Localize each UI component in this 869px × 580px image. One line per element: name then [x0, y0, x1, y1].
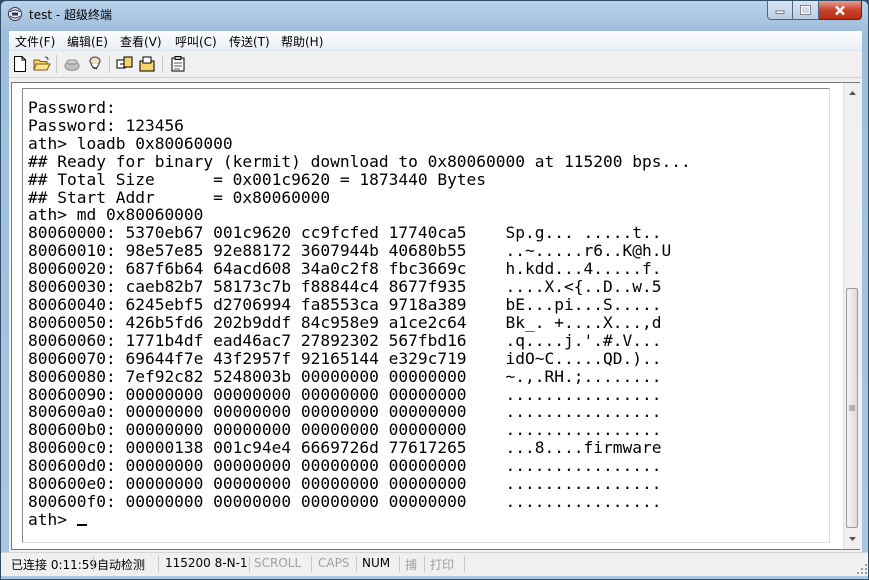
- minimize-button[interactable]: [767, 1, 793, 20]
- title-bar[interactable]: test - 超级终端: [1, 1, 868, 29]
- hyperterminal-icon: [8, 7, 22, 21]
- window-title: test - 超级终端: [29, 8, 113, 22]
- call-button[interactable]: [63, 55, 81, 73]
- terminal-lines: Password: Password: 123456 ath> loadb 0x…: [28, 98, 691, 529]
- status-print: 打印: [430, 558, 455, 572]
- toolbar-separator: [56, 55, 57, 73]
- terminal-output[interactable]: Password: Password: 123456 ath> loadb 0x…: [28, 99, 691, 529]
- status-connection: 已连接 0:11:59: [11, 558, 98, 572]
- send-button[interactable]: [116, 55, 134, 73]
- hyperterminal-window: test - 超级终端 文件(F) 编辑(E) 查看(V) 呼叫(C) 传送(T…: [0, 0, 869, 580]
- caption-buttons: [767, 1, 862, 21]
- send-file-icon: [116, 56, 133, 69]
- terminal-screen[interactable]: Password: Password: 123456 ath> loadb 0x…: [22, 88, 830, 543]
- new-file-icon: [14, 56, 26, 72]
- status-num: NUM: [362, 556, 391, 570]
- status-separator: [356, 556, 357, 572]
- status-scroll: SCROLL: [254, 556, 302, 570]
- properties-icon: [171, 56, 185, 72]
- status-settings: 115200 8-N-1: [165, 556, 248, 570]
- status-separator: [249, 556, 250, 572]
- scroll-thumb[interactable]: [846, 288, 858, 528]
- new-button[interactable]: [11, 55, 29, 73]
- maximize-button[interactable]: [793, 1, 819, 20]
- status-capture: 捕: [405, 558, 418, 572]
- status-separator: [158, 556, 159, 572]
- client-area: 文件(F) 编辑(E) 查看(V) 呼叫(C) 传送(T) 帮助(H) Pass…: [1, 31, 868, 576]
- close-button[interactable]: [819, 1, 862, 20]
- status-separator: [464, 556, 465, 572]
- status-caps: CAPS: [318, 556, 350, 570]
- receive-button[interactable]: [139, 55, 157, 73]
- menu-help[interactable]: 帮助(H): [281, 33, 323, 50]
- open-folder-icon: [33, 56, 51, 71]
- status-separator: [424, 556, 425, 572]
- maximize-icon: [800, 5, 811, 15]
- close-icon: [835, 5, 845, 15]
- open-button[interactable]: [33, 55, 51, 73]
- disconnect-icon: [89, 56, 101, 70]
- text-cursor: [76, 523, 87, 526]
- grip-lines-icon: [849, 405, 855, 411]
- scroll-up-button[interactable]: [844, 84, 861, 101]
- resize-grip-icon[interactable]: [856, 563, 868, 575]
- terminal-frame: Password: Password: 123456 ath> loadb 0x…: [11, 82, 861, 550]
- status-separator: [399, 556, 400, 572]
- vertical-scrollbar[interactable]: [843, 83, 861, 549]
- arrow-up-icon: [849, 90, 856, 95]
- status-separator: [311, 556, 312, 572]
- menu-call[interactable]: 呼叫(C): [175, 33, 217, 50]
- properties-button[interactable]: [170, 55, 188, 73]
- scroll-down-button[interactable]: [844, 530, 861, 547]
- toolbar: [9, 51, 862, 78]
- menu-bar: 文件(F) 编辑(E) 查看(V) 呼叫(C) 传送(T) 帮助(H): [9, 31, 862, 51]
- toolbar-separator: [162, 55, 163, 73]
- toolbar-separator: [109, 55, 110, 73]
- menu-file[interactable]: 文件(F): [15, 33, 55, 50]
- receive-file-icon: [139, 56, 155, 72]
- connect-phone-icon: [64, 59, 80, 71]
- minimize-icon: [775, 10, 785, 14]
- status-detect: 自动检测: [97, 558, 146, 572]
- disconnect-button[interactable]: [86, 55, 104, 73]
- arrow-down-icon: [849, 536, 856, 541]
- status-separator: [93, 556, 94, 572]
- menu-edit[interactable]: 编辑(E): [67, 33, 108, 50]
- menu-view[interactable]: 查看(V): [120, 33, 162, 50]
- status-bar: 已连接 0:11:59 自动检测 115200 8-N-1 SCROLL CAP…: [1, 552, 868, 576]
- menu-transfer[interactable]: 传送(T): [229, 33, 270, 50]
